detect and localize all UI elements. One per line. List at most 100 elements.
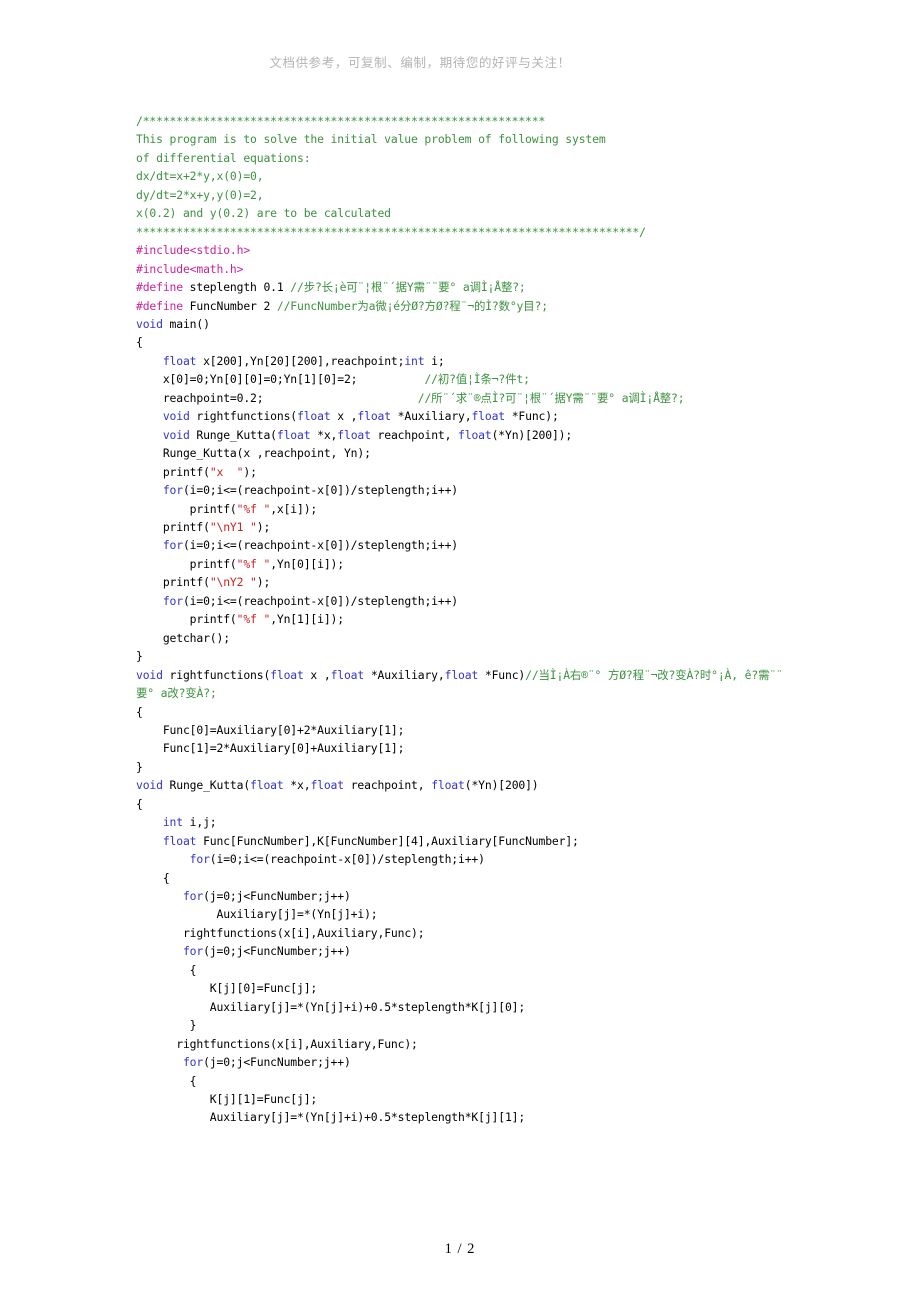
code-line: void rightfunctions(float x ,float *Auxi… (136, 666, 796, 703)
code-token-plain: x , (330, 409, 358, 424)
code-token-plain: printf( (136, 575, 210, 590)
code-line: This program is to solve the initial val… (136, 130, 796, 148)
code-token-plain: (i=0;i<=(reachpoint-x[0])/steplength;i++… (182, 593, 458, 608)
code-token-plain: Runge_Kutta( (189, 427, 277, 442)
code-token-plain: { (136, 962, 197, 977)
code-token-plain: (i=0;i<=(reachpoint-x[0])/steplength;i++… (209, 852, 485, 867)
code-token-plain: rightfunctions(x[i],Auxiliary,Func); (136, 1036, 418, 1051)
code-line: for(i=0;i<=(reachpoint-x[0])/steplength;… (136, 481, 796, 499)
code-token-pre: #include (136, 261, 190, 276)
code-token-key: float (276, 427, 311, 442)
code-token-plain: *Func) (478, 667, 526, 682)
code-line: Runge_Kutta(x ,reachpoint, Yn); (136, 444, 796, 462)
code-token-key: float (357, 409, 391, 424)
code-token-plain: printf( (136, 501, 237, 516)
code-line: float Func[FuncNumber],K[FuncNumber][4],… (136, 832, 796, 850)
code-token-plain: { (136, 870, 170, 885)
code-token-plain: reachpoint=0.2; (136, 390, 418, 405)
code-line: rightfunctions(x[i],Auxiliary,Func); (136, 924, 796, 942)
code-token-plain: { (136, 704, 143, 719)
code-line: for(j=0;j<FuncNumber;j++) (136, 887, 796, 905)
code-line: int i,j; (136, 813, 796, 831)
code-token-str: "\nY1 " (209, 519, 257, 534)
code-token-plain: rightfunctions(x[i],Auxiliary,Func); (136, 925, 425, 940)
code-token-str: "%f " (236, 612, 271, 627)
code-token-key: for (162, 593, 183, 608)
code-token-comment: x(0.2) and y(0.2) are to be calculated (136, 206, 391, 221)
code-token-plain: } (136, 649, 143, 664)
code-token-plain: Auxiliary[j]=*(Yn[j]+i)+0.5*steplength*K… (136, 1110, 526, 1125)
code-token-plain: { (136, 335, 143, 350)
code-line: ****************************************… (136, 223, 796, 241)
code-token-plain: *x, (283, 778, 311, 793)
code-line: { (136, 869, 796, 887)
code-token-plain: printf( (136, 612, 237, 627)
code-token-key: void (136, 316, 163, 331)
code-line: { (136, 703, 796, 721)
code-token-plain: i; (424, 353, 445, 368)
code-token-plain: rightfunctions( (162, 667, 271, 682)
code-line: #include<math.h> (136, 260, 796, 278)
code-token-plain: (j=0;j<FuncNumber;j++) (203, 944, 351, 959)
code-token-plain: ,Yn[1][i]); (270, 612, 344, 627)
code-line: dy/dt=2*x+y,y(0)=2, (136, 186, 796, 204)
code-token-key: int (162, 815, 183, 830)
code-token-plain: steplength 0.1 (182, 280, 291, 295)
code-token-pre: #define (136, 280, 183, 295)
code-line: { (136, 1072, 796, 1090)
code-token-plain: Runge_Kutta( (162, 778, 251, 793)
code-token-key: float (250, 778, 284, 793)
code-line: x(0.2) and y(0.2) are to be calculated (136, 204, 796, 222)
code-line: reachpoint=0.2; //所¨´求¨®点Ì?可¨¦根¨´据Y需¨¨要°… (136, 389, 796, 407)
code-token-key: float (310, 778, 344, 793)
code-line: { (136, 795, 796, 813)
code-token-comment: dy/dt=2*x+y,y(0)=2, (136, 187, 264, 202)
code-line: #define FuncNumber 2 //FuncNumber为a微¡é分Ø… (136, 297, 796, 315)
code-token-key: for (182, 889, 204, 904)
code-token-plain: Runge_Kutta(x ,reachpoint, Yn); (136, 446, 371, 461)
code-token-str: "%f " (236, 556, 271, 571)
code-line: } (136, 758, 796, 776)
code-token-key: float (162, 833, 197, 848)
code-line: Func[0]=Auxiliary[0]+2*Auxiliary[1]; (136, 721, 796, 739)
code-token-plain: *Auxiliary, (390, 409, 472, 424)
code-token-plain: Auxiliary[j]=*(Yn[j]+i)+0.5*steplength*K… (136, 999, 526, 1014)
code-token-comment: //初?值¦Ì条¬?件t; (424, 372, 530, 387)
code-token-plain: i,j; (182, 815, 217, 830)
code-token-key: float (431, 778, 465, 793)
code-token-plain: ,Yn[0][i]); (270, 556, 344, 571)
code-line: { (136, 333, 796, 351)
code-token-plain: reachpoint, (370, 427, 459, 442)
code-token-pre: #include (136, 243, 190, 258)
code-token-key: for (189, 852, 210, 867)
code-token-plain: K[j][1]=Func[j]; (136, 1092, 318, 1107)
code-token-str: "\nY2 " (209, 575, 257, 590)
code-listing: /***************************************… (136, 112, 796, 1127)
code-token-key: for (162, 483, 183, 498)
page-number-footer: 1 / 2 (444, 1241, 476, 1257)
code-token-key: void (162, 427, 190, 442)
code-token-key: float (471, 409, 505, 424)
code-line: for(j=0;j<FuncNumber;j++) (136, 1053, 796, 1071)
code-line: printf("\nY1 "); (136, 518, 796, 536)
code-token-plain: (j=0;j<FuncNumber;j++) (203, 1055, 351, 1070)
code-token-plain: printf( (136, 519, 210, 534)
code-token-plain: (*Yn)[200]); (491, 427, 573, 442)
code-token-plain: K[j][0]=Func[j]; (136, 981, 318, 996)
code-line: /***************************************… (136, 112, 796, 130)
code-line: { (136, 961, 796, 979)
code-token-plain: x , (303, 667, 331, 682)
code-line: Func[1]=2*Auxiliary[0]+Auxiliary[1]; (136, 739, 796, 757)
code-line: printf("\nY2 "); (136, 573, 796, 591)
code-token-key: float (162, 353, 197, 368)
code-token-plain: (i=0;i<=(reachpoint-x[0])/steplength;i++… (182, 483, 458, 498)
code-line: } (136, 1016, 796, 1034)
code-token-plain: Func[0]=Auxiliary[0]+2*Auxiliary[1]; (136, 722, 405, 737)
code-token-plain: Func[FuncNumber],K[FuncNumber][4],Auxili… (196, 833, 579, 848)
